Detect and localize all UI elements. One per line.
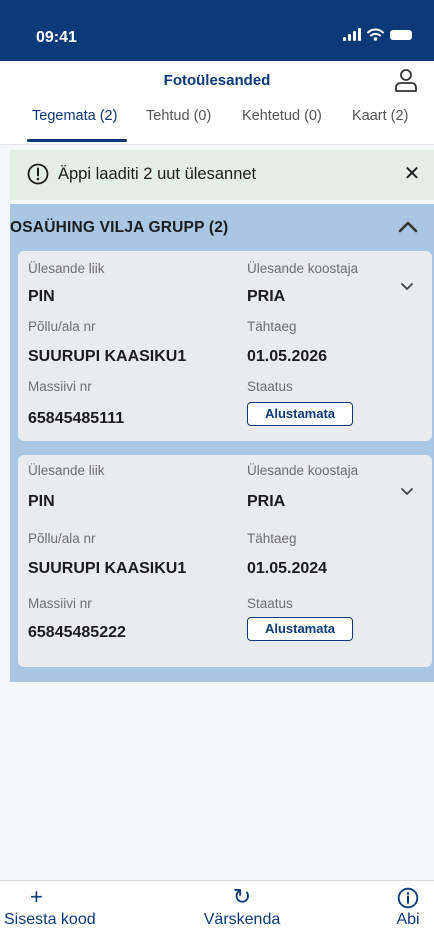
- status-icons: [343, 28, 412, 41]
- help-label: Abi: [396, 911, 420, 928]
- signal-icon: [343, 28, 361, 41]
- plus-icon: +: [30, 884, 43, 909]
- group-title[interactable]: OSAÜHING VILJA GRUPP (2): [10, 219, 228, 237]
- help-button[interactable]: Abi: [386, 885, 430, 929]
- profile-icon[interactable]: [392, 66, 420, 94]
- enter-code-label: Sisesta kood: [4, 911, 96, 928]
- field-label: Põllu/ala nr: [28, 531, 96, 546]
- massif-label: Massiivi nr: [28, 596, 92, 611]
- banner-text: Äppi laaditi 2 uut ülesannet: [58, 165, 257, 183]
- status-badge: Alustamata: [247, 617, 353, 641]
- massif-value: 65845485111: [28, 410, 125, 427]
- deadline-label: Tähtaeg: [247, 531, 297, 546]
- field-value: SUURUPI KAASIKU1: [28, 560, 187, 577]
- task-type-value: PIN: [28, 288, 55, 305]
- chevron-down-icon[interactable]: [400, 281, 414, 291]
- tab-kaart[interactable]: Kaart (2): [352, 108, 408, 124]
- task-author-value: PRIA: [247, 493, 286, 510]
- close-icon[interactable]: ✕: [402, 162, 422, 186]
- refresh-button[interactable]: ↻ Värskenda: [192, 885, 292, 929]
- task-card[interactable]: Ülesande liik Ülesande koostaja PIN PRIA…: [18, 251, 432, 441]
- refresh-label: Värskenda: [203, 911, 281, 928]
- info-icon: [386, 885, 430, 909]
- massif-value: 65845485222: [28, 624, 126, 641]
- battery-icon: [390, 29, 412, 40]
- field-value: SUURUPI KAASIKU1: [28, 348, 187, 365]
- task-type-label: Ülesande liik: [28, 463, 105, 478]
- enter-code-button[interactable]: + Sisesta kood: [4, 885, 112, 929]
- info-icon: [27, 163, 49, 185]
- tab-bar: Tegemata (2) Tehtud (0) Kehtetud (0) Kaa…: [0, 101, 434, 145]
- page-title: Fotoülesanded: [163, 72, 271, 89]
- top-bar: Fotoülesanded: [0, 61, 434, 101]
- wifi-icon: [367, 28, 384, 41]
- status-badge: Alustamata: [247, 402, 353, 426]
- deadline-label: Tähtaeg: [247, 319, 297, 334]
- status-label: Staatus: [247, 379, 293, 394]
- deadline-value: 01.05.2024: [247, 560, 328, 577]
- status-time: 09:41: [36, 29, 77, 46]
- tab-tegemata[interactable]: Tegemata (2): [32, 108, 117, 124]
- chevron-down-icon[interactable]: [400, 486, 414, 496]
- deadline-value: 01.05.2026: [247, 348, 328, 365]
- task-type-value: PIN: [28, 493, 55, 510]
- notification-banner: Äppi laaditi 2 uut ülesannet ✕: [10, 150, 434, 200]
- status-label: Staatus: [247, 596, 293, 611]
- chevron-up-icon[interactable]: [396, 216, 420, 236]
- field-label: Põllu/ala nr: [28, 319, 96, 334]
- status-bar: 09:41: [0, 0, 434, 61]
- task-type-label: Ülesande liik: [28, 261, 105, 276]
- tab-kehtetud[interactable]: Kehtetud (0): [242, 108, 322, 124]
- task-group: OSAÜHING VILJA GRUPP (2) Ülesande liik Ü…: [10, 204, 434, 682]
- refresh-icon: ↻: [232, 884, 252, 909]
- bottom-nav: + Sisesta kood ↻ Värskenda Abi: [0, 880, 434, 935]
- task-author-value: PRIA: [247, 288, 286, 305]
- tab-tehtud[interactable]: Tehtud (0): [146, 108, 211, 124]
- task-author-label: Ülesande koostaja: [247, 463, 359, 478]
- active-tab-indicator: [27, 139, 127, 142]
- task-author-label: Ülesande koostaja: [247, 261, 359, 276]
- massif-label: Massiivi nr: [28, 379, 92, 394]
- task-card[interactable]: Ülesande liik Ülesande koostaja PIN PRIA…: [18, 455, 432, 667]
